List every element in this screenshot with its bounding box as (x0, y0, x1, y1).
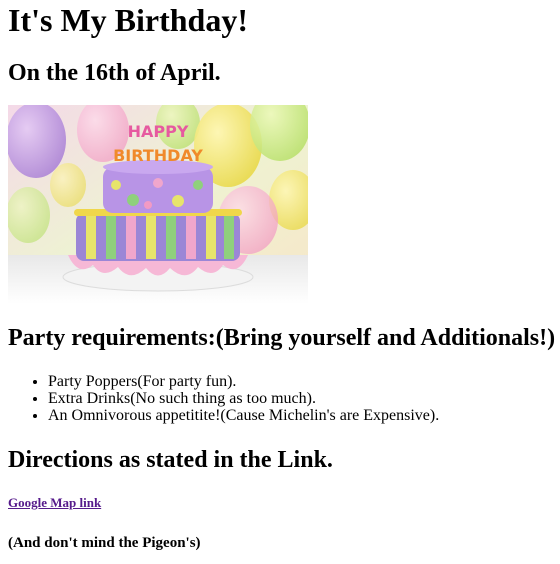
list-item: Party Poppers(For party fun). (48, 373, 439, 390)
directions-heading: Directions as stated in the Link. (8, 447, 333, 473)
list-item: An Omnivorous appetitite!(Cause Michelin… (48, 407, 439, 424)
svg-text:BIRTHDAY: BIRTHDAY (113, 146, 203, 165)
google-map-link[interactable]: Google Map link (8, 495, 101, 510)
date-heading: On the 16th of April. (8, 60, 221, 86)
requirements-heading: Party requirements:(Bring yourself and A… (8, 325, 556, 351)
svg-text:HAPPY: HAPPY (128, 122, 189, 141)
page-title: It's My Birthday! (8, 2, 248, 38)
list-item: Extra Drinks(No such thing as too much). (48, 390, 439, 407)
pigeon-footnote: (And don't mind the Pigeon's) (8, 535, 201, 551)
requirements-list: Party Poppers(For party fun). Extra Drin… (8, 373, 439, 424)
birthday-cake-image: HAPPY BIRTHDAY (8, 105, 308, 304)
